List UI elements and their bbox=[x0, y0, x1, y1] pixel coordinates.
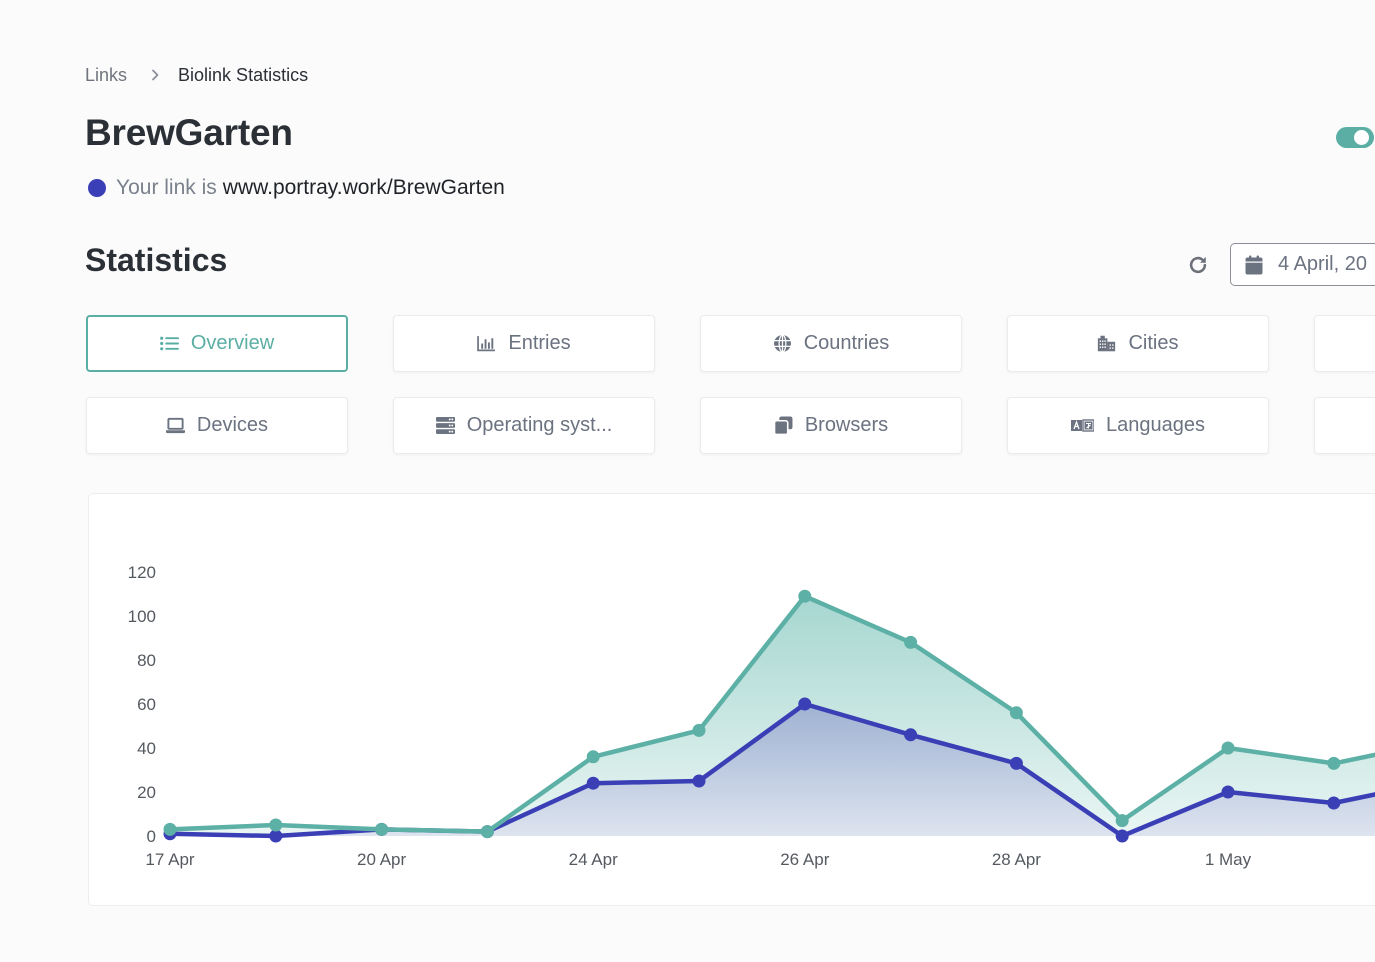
data-point[interactable] bbox=[904, 635, 918, 649]
data-point[interactable] bbox=[1327, 756, 1341, 770]
x-tick-label: 1 May bbox=[1205, 850, 1252, 869]
x-tick-label: 20 Apr bbox=[357, 850, 406, 869]
server-icon bbox=[435, 416, 455, 435]
tab-overview[interactable]: Overview bbox=[86, 315, 348, 372]
tab-label: Languages bbox=[1106, 414, 1205, 436]
tab-label: Entries bbox=[508, 332, 571, 354]
y-tick-label: 120 bbox=[128, 563, 156, 582]
tab-label: Cities bbox=[1128, 332, 1179, 354]
data-point[interactable] bbox=[586, 776, 600, 790]
y-tick-label: 0 bbox=[147, 827, 156, 846]
y-tick-label: 40 bbox=[137, 739, 156, 758]
series-areas bbox=[170, 596, 1375, 836]
data-point[interactable] bbox=[586, 750, 600, 764]
tab-countries[interactable]: Countries bbox=[700, 315, 962, 372]
tab-label: Browsers bbox=[804, 414, 889, 436]
y-tick-label: 20 bbox=[137, 783, 156, 802]
tab-label: Operating syst... bbox=[466, 414, 613, 436]
page-title: BrewGarten bbox=[85, 112, 293, 153]
link-enabled-toggle[interactable] bbox=[1336, 127, 1374, 148]
data-point[interactable] bbox=[692, 774, 706, 788]
data-point[interactable] bbox=[1115, 814, 1129, 828]
data-point[interactable] bbox=[904, 728, 918, 742]
tab-label: Overview bbox=[190, 332, 275, 354]
data-point[interactable] bbox=[798, 589, 812, 603]
data-point[interactable] bbox=[375, 822, 389, 836]
data-point[interactable] bbox=[1327, 796, 1341, 810]
chart-card: 0 20 40 60 80 100 120 17 Apr 20 Apr 24 Apr 26 Apr… bbox=[88, 493, 1375, 906]
laptop-icon bbox=[165, 416, 185, 435]
tab-languages[interactable]: Languages bbox=[1007, 397, 1269, 454]
y-tick-label: 60 bbox=[137, 695, 156, 714]
breadcrumb-links[interactable]: Links bbox=[85, 65, 127, 86]
calendar-icon bbox=[1245, 255, 1263, 275]
y-tick-label: 100 bbox=[128, 607, 156, 626]
x-axis: 17 Apr 20 Apr 24 Apr 26 Apr 28 Apr 1 May bbox=[145, 850, 1251, 869]
data-point[interactable] bbox=[1009, 706, 1023, 720]
tab-operating-systems[interactable]: Operating syst... bbox=[393, 397, 655, 454]
statistics-heading: Statistics bbox=[85, 242, 228, 278]
data-point[interactable] bbox=[1115, 829, 1129, 843]
link-info: Your link is www.portray.work/BrewGarten bbox=[88, 175, 505, 201]
tab-more-2[interactable] bbox=[1314, 397, 1375, 454]
tab-cities[interactable]: Cities bbox=[1007, 315, 1269, 372]
tab-devices[interactable]: Devices bbox=[86, 397, 348, 454]
y-axis: 0 20 40 60 80 100 120 bbox=[128, 563, 156, 846]
chart-column-icon bbox=[477, 334, 496, 353]
breadcrumb-current: Biolink Statistics bbox=[178, 64, 309, 85]
list-icon bbox=[159, 334, 179, 353]
toggle-knob bbox=[1354, 130, 1369, 145]
tab-label: Devices bbox=[196, 414, 269, 436]
tab-browsers[interactable]: Browsers bbox=[700, 397, 962, 454]
date-range-picker[interactable]: 4 April, 20 bbox=[1230, 243, 1375, 286]
data-point[interactable] bbox=[798, 697, 812, 711]
x-tick-label: 24 Apr bbox=[569, 850, 618, 869]
tab-entries[interactable]: Entries bbox=[393, 315, 655, 372]
language-icon bbox=[1071, 416, 1094, 435]
tab-label: Countries bbox=[803, 332, 890, 354]
data-point[interactable] bbox=[480, 825, 494, 839]
status-dot-icon bbox=[88, 179, 106, 197]
x-tick-label: 28 Apr bbox=[992, 850, 1041, 869]
data-point[interactable] bbox=[1221, 741, 1235, 755]
data-point[interactable] bbox=[269, 818, 283, 832]
tab-more-1[interactable] bbox=[1314, 315, 1375, 372]
x-tick-label: 17 Apr bbox=[145, 850, 194, 869]
window-restore-icon bbox=[773, 416, 793, 435]
globe-icon bbox=[773, 334, 792, 353]
overview-chart: 0 20 40 60 80 100 120 17 Apr 20 Apr 24 Apr 26 Apr… bbox=[128, 563, 1375, 869]
refresh-icon bbox=[1189, 256, 1207, 274]
chevron-right-icon bbox=[149, 69, 161, 81]
statistics-tabs: Overview Entries Countries Cities Device… bbox=[86, 315, 1375, 454]
x-tick-label: 26 Apr bbox=[780, 850, 829, 869]
data-point[interactable] bbox=[163, 822, 177, 836]
data-point[interactable] bbox=[692, 723, 706, 737]
link-prefix: Your link is bbox=[116, 176, 217, 199]
link-url[interactable]: www.portray.work/BrewGarten bbox=[223, 176, 505, 200]
data-point[interactable] bbox=[1009, 756, 1023, 770]
refresh-button[interactable] bbox=[1187, 254, 1209, 276]
city-icon bbox=[1097, 334, 1116, 353]
date-range-value: 4 April, 20 bbox=[1278, 253, 1367, 275]
data-point[interactable] bbox=[1221, 785, 1235, 799]
y-tick-label: 80 bbox=[137, 651, 156, 670]
breadcrumb: Links Biolink Statistics bbox=[85, 64, 308, 86]
